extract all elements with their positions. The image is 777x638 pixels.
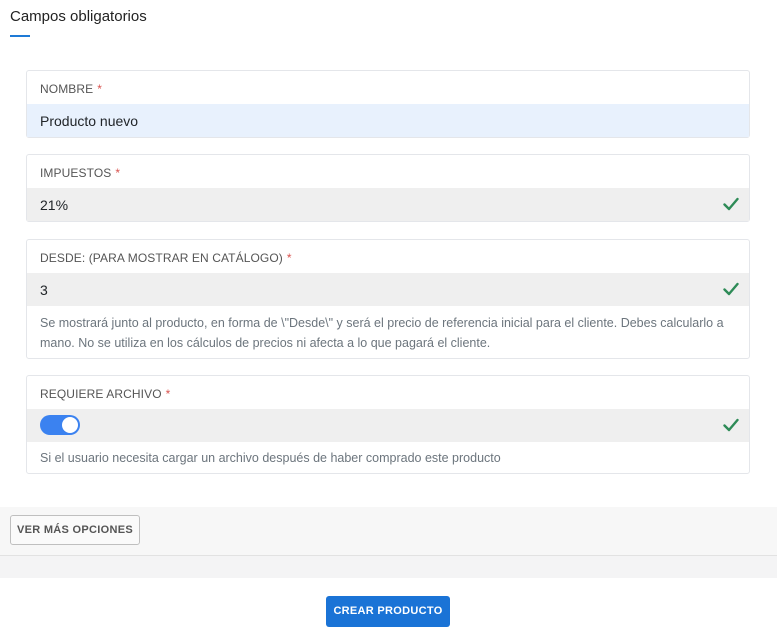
create-product-button[interactable]: CREAR PRODUCTO bbox=[326, 596, 450, 627]
more-options-bar: VER MÁS OPCIONES bbox=[0, 507, 777, 556]
section-title-underline bbox=[10, 35, 30, 37]
field-label-text: NOMBRE bbox=[40, 82, 94, 96]
required-mark: * bbox=[286, 251, 292, 265]
check-icon bbox=[723, 282, 739, 296]
check-icon bbox=[723, 197, 739, 211]
desde-help-text: Se mostrará junto al producto, en forma … bbox=[40, 316, 724, 350]
desde-value: 3 bbox=[40, 282, 48, 298]
check-icon bbox=[723, 418, 739, 432]
desde-input[interactable]: 3 bbox=[27, 273, 749, 306]
field-label-text: REQUIERE ARCHIVO bbox=[40, 387, 162, 401]
nombre-value: Producto nuevo bbox=[40, 113, 139, 129]
field-label: NOMBRE * bbox=[40, 82, 102, 96]
required-mark: * bbox=[115, 166, 121, 180]
section-title: Campos obligatorios bbox=[10, 8, 147, 25]
field-desde: DESDE: (PARA MOSTRAR EN CATÁLOGO) * 3 Se … bbox=[26, 239, 750, 359]
requiere-archivo-toggle[interactable] bbox=[40, 415, 80, 435]
impuestos-select[interactable]: 21% bbox=[27, 188, 749, 221]
field-label-text: DESDE: (PARA MOSTRAR EN CATÁLOGO) bbox=[40, 251, 283, 265]
field-label-text: IMPUESTOS bbox=[40, 166, 112, 180]
required-mark: * bbox=[165, 387, 171, 401]
field-label: IMPUESTOS * bbox=[40, 166, 120, 180]
field-impuestos: IMPUESTOS * 21% bbox=[26, 154, 750, 222]
impuestos-value: 21% bbox=[40, 197, 69, 213]
more-options-button[interactable]: VER MÁS OPCIONES bbox=[10, 515, 140, 545]
requiere-archivo-help-text: Si el usuario necesita cargar un archivo… bbox=[40, 451, 501, 465]
nombre-input[interactable]: Producto nuevo bbox=[27, 104, 749, 137]
toggle-knob bbox=[62, 417, 78, 433]
field-label: DESDE: (PARA MOSTRAR EN CATÁLOGO) * bbox=[40, 251, 292, 265]
required-mark: * bbox=[97, 82, 103, 96]
requiere-archivo-row bbox=[27, 409, 749, 442]
field-nombre: NOMBRE * Producto nuevo bbox=[26, 70, 750, 138]
field-label: REQUIERE ARCHIVO * bbox=[40, 387, 170, 401]
section-gap bbox=[0, 556, 777, 578]
field-requiere-archivo: REQUIERE ARCHIVO * Si el usuario necesita… bbox=[26, 375, 750, 474]
